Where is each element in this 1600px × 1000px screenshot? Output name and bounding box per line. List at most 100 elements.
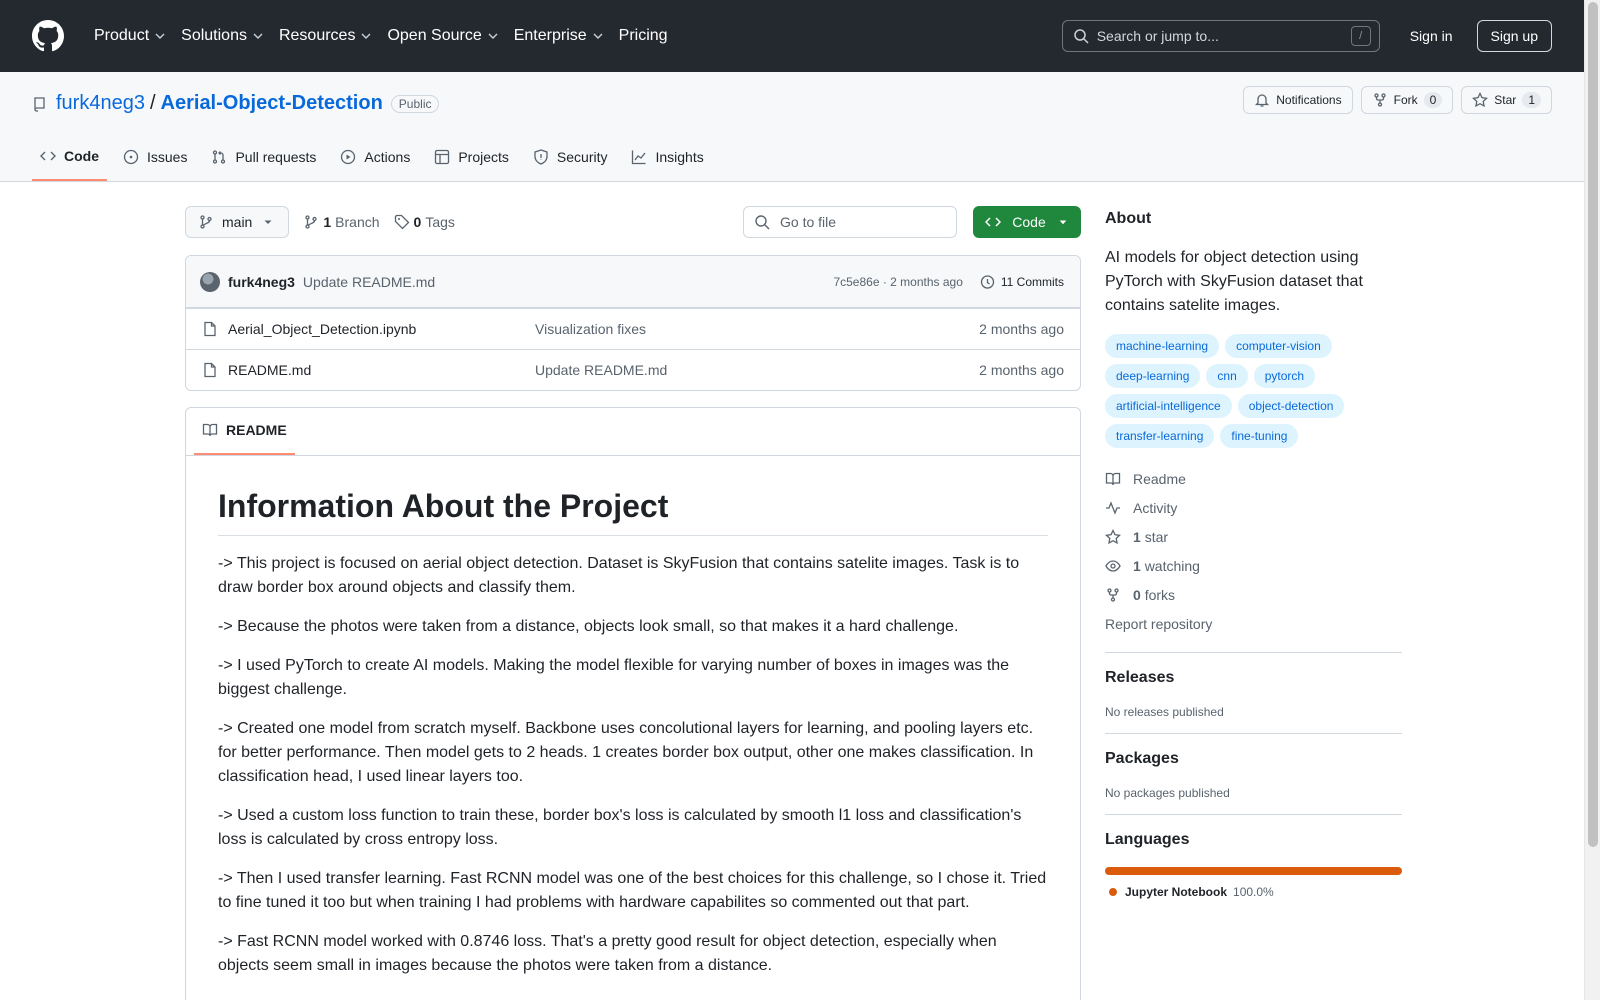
divider <box>1105 814 1402 815</box>
file-commit-time: 2 months ago <box>979 321 1064 337</box>
watching-link[interactable]: 1 watching <box>1105 551 1402 580</box>
commit-message-link[interactable]: Update README.md <box>303 274 435 290</box>
report-repository-link[interactable]: Report repository <box>1105 609 1402 638</box>
readme-title: Information About the Project <box>218 488 1048 536</box>
nav-resources[interactable]: Resources <box>271 20 379 52</box>
repo-name-link[interactable]: Aerial-Object-Detection <box>161 92 383 115</box>
watching-label: watching <box>1144 557 1200 574</box>
page-scrollbar[interactable] <box>1584 0 1600 1000</box>
file-name-link[interactable]: README.md <box>228 362 311 378</box>
readme-link[interactable]: Readme <box>1105 464 1402 493</box>
nav-open-source-label: Open Source <box>387 27 482 44</box>
repo-header: furk4neg3 / Aerial-Object-Detection Publ… <box>0 72 1584 182</box>
book-icon <box>1105 472 1121 485</box>
star-button[interactable]: Star 1 <box>1461 86 1552 114</box>
nav-solutions[interactable]: Solutions <box>173 20 271 52</box>
nav-open-source[interactable]: Open Source <box>379 20 505 52</box>
go-to-file-input[interactable]: Go to file <box>743 206 957 238</box>
tab-issues[interactable]: Issues <box>115 133 195 181</box>
nav-pricing-label: Pricing <box>618 27 668 44</box>
readme-paragraph: -> Used a custom loss function to train … <box>218 807 1022 848</box>
caret-down-icon <box>1059 220 1067 225</box>
tags-link[interactable]: 0 Tags <box>394 214 455 230</box>
language-color-dot <box>1109 888 1117 896</box>
file-commit-message[interactable]: Update README.md <box>535 362 979 378</box>
activity-link-label: Activity <box>1133 499 1178 516</box>
bell-icon <box>1255 94 1270 107</box>
github-logo-icon[interactable] <box>32 20 64 52</box>
tab-actions-label: Actions <box>364 149 411 165</box>
topic-tag[interactable]: computer-vision <box>1225 334 1332 358</box>
about-heading: About <box>1105 210 1152 227</box>
commits-history-link[interactable]: 11 Commits <box>979 274 1064 290</box>
divider <box>1105 652 1402 653</box>
language-item[interactable]: Jupyter Notebook 100.0% <box>1105 885 1402 899</box>
watching-summary: 1 watching <box>1133 558 1200 574</box>
branch-count: 1 <box>323 214 332 230</box>
scrollbar-thumb[interactable] <box>1588 2 1598 847</box>
topic-tag[interactable]: fine-tuning <box>1220 424 1299 448</box>
table-row[interactable]: Aerial_Object_Detection.ipynb Visualizat… <box>186 308 1080 349</box>
tab-insights-label: Insights <box>655 149 704 165</box>
branch-select-button[interactable]: main <box>185 206 290 238</box>
packages-heading[interactable]: Packages <box>1105 750 1402 768</box>
search-icon <box>1073 29 1089 44</box>
topic-tag[interactable]: deep-learning <box>1105 364 1201 388</box>
nav-enterprise[interactable]: Enterprise <box>506 20 611 52</box>
readme-tab-label: README <box>226 422 287 438</box>
languages-heading: Languages <box>1105 831 1190 848</box>
forks-link[interactable]: 0 forks <box>1105 580 1402 609</box>
history-icon <box>980 274 995 289</box>
file-commit-message[interactable]: Visualization fixes <box>535 321 979 337</box>
topic-tag[interactable]: object-detection <box>1237 394 1345 418</box>
global-search-input[interactable]: Search or jump to... / <box>1061 20 1380 52</box>
go-to-file-placeholder: Go to file <box>780 214 837 230</box>
fork-icon <box>1107 587 1119 602</box>
topic-tag[interactable]: pytorch <box>1253 364 1316 388</box>
tab-readme[interactable]: README <box>194 408 295 455</box>
activity-link[interactable]: Activity <box>1105 493 1402 522</box>
stars-link[interactable]: 1 star <box>1105 522 1402 551</box>
table-row[interactable]: README.md Update README.md 2 months ago <box>186 349 1080 390</box>
topic-tag[interactable]: cnn <box>1206 364 1248 388</box>
fork-button[interactable]: Fork 0 <box>1360 86 1454 114</box>
stars-label: star <box>1144 528 1169 545</box>
language-percent: 100.0% <box>1233 885 1274 899</box>
file-icon <box>204 362 216 378</box>
sign-up-button[interactable]: Sign up <box>1476 20 1552 52</box>
tab-insights[interactable]: Insights <box>623 133 711 181</box>
nav-pricing[interactable]: Pricing <box>611 20 676 52</box>
nav-resources-label: Resources <box>278 27 356 44</box>
branches-link[interactable]: 1 Branch <box>303 214 380 230</box>
readme-paragraph: -> Created one model from scratch myself… <box>218 720 1034 785</box>
tab-code[interactable]: Code <box>32 133 107 181</box>
search-shortcut-key: / <box>1350 26 1371 46</box>
nav-solutions-label: Solutions <box>181 27 247 44</box>
releases-heading[interactable]: Releases <box>1105 669 1402 687</box>
topic-tag[interactable]: machine-learning <box>1105 334 1220 358</box>
commits-count: 11 Commits <box>1000 274 1064 289</box>
topic-tag[interactable]: artificial-intelligence <box>1105 394 1232 418</box>
repo-owner-link[interactable]: furk4neg3 <box>56 92 145 115</box>
tab-projects[interactable]: Projects <box>426 133 517 181</box>
commit-hash-time[interactable]: 7c5e86e · 2 months ago <box>833 275 962 289</box>
topic-tag[interactable]: transfer-learning <box>1105 424 1215 448</box>
repo-sidebar: About AI models for object detection usi… <box>1105 210 1402 899</box>
code-dropdown-button[interactable]: Code <box>973 206 1081 238</box>
fork-count: 0 <box>1423 92 1443 108</box>
fork-icon <box>1373 93 1386 107</box>
tab-security[interactable]: Security <box>525 133 616 181</box>
file-name-link[interactable]: Aerial_Object_Detection.ipynb <box>228 321 416 337</box>
commit-author-link[interactable]: furk4neg3 <box>228 274 295 290</box>
code-button-label: Code <box>1012 214 1046 230</box>
tab-pull-requests[interactable]: Pull requests <box>203 133 324 181</box>
notifications-button[interactable]: Notifications <box>1243 86 1353 114</box>
header-right: Search or jump to... / Sign in Sign up <box>1061 20 1552 52</box>
tab-security-label: Security <box>556 149 608 165</box>
sign-in-link[interactable]: Sign in <box>1410 28 1453 44</box>
releases-note: No releases published <box>1105 705 1224 719</box>
tab-actions[interactable]: Actions <box>332 133 418 181</box>
avatar[interactable] <box>200 271 220 292</box>
tag-count: 0 <box>413 214 422 230</box>
nav-product[interactable]: Product <box>86 20 173 52</box>
